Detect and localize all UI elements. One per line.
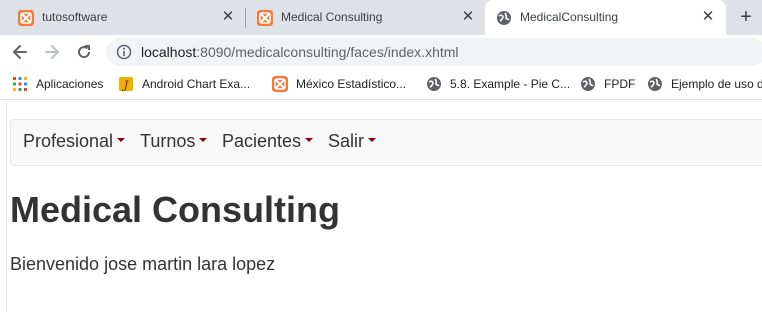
- page-border: [6, 101, 7, 312]
- bookmark-label: Android Chart Exa...: [142, 77, 251, 91]
- new-tab-button[interactable]: +: [736, 6, 756, 28]
- tab-title: Medical Consulting: [281, 10, 383, 24]
- url-text[interactable]: localhost:8090/medicalconsulting/faces/i…: [141, 44, 459, 60]
- apps-grid-icon: [12, 76, 28, 92]
- xampp-icon: [18, 10, 34, 26]
- globe-icon: [580, 76, 596, 92]
- bookmark-label: México Estadístico...: [296, 77, 407, 91]
- back-arrow-icon[interactable]: [10, 42, 30, 62]
- page-title: Medical Consulting: [10, 189, 341, 230]
- menu-label: Salir: [328, 131, 365, 151]
- globe-icon: [496, 10, 512, 26]
- info-icon[interactable]: [116, 44, 132, 60]
- tab-title: MedicalConsulting: [520, 10, 619, 24]
- tab-title: tutosoftware: [42, 10, 108, 24]
- menu-label: Turnos: [140, 131, 196, 151]
- tab-tutosoftware[interactable]: tutosoftware ✕: [0, 0, 245, 35]
- xampp-icon: [272, 76, 288, 92]
- bookmark-label: FPDF: [604, 77, 636, 91]
- xampp-icon: [257, 10, 273, 26]
- tab-medical-consulting[interactable]: Medical Consulting ✕: [246, 0, 484, 35]
- menu-profesional[interactable]: Profesional: [23, 131, 126, 152]
- menu-turnos[interactable]: Turnos: [140, 131, 208, 152]
- reload-icon[interactable]: [74, 42, 94, 62]
- bookmark-label: Ejemplo de uso d: [671, 77, 762, 91]
- caret-down-icon: [199, 138, 208, 143]
- tab-medicalconsulting-active[interactable]: MedicalConsulting ✕: [485, 0, 726, 35]
- close-icon[interactable]: ✕: [460, 9, 476, 25]
- close-icon[interactable]: ✕: [220, 9, 236, 25]
- url-host: localhost: [141, 44, 197, 60]
- svg-text:J: J: [122, 79, 129, 92]
- java-icon: J: [118, 76, 134, 92]
- url-path: :8090/medicalconsulting/faces/index.xhtm…: [196, 44, 459, 60]
- menu-pacientes[interactable]: Pacientes: [222, 131, 314, 152]
- caret-down-icon: [368, 138, 377, 143]
- caret-down-icon: [305, 138, 314, 143]
- globe-icon: [426, 76, 442, 92]
- bookmark-label: Aplicaciones: [36, 77, 104, 91]
- caret-down-icon: [117, 138, 126, 143]
- globe-icon: [647, 76, 663, 92]
- menu-label: Pacientes: [222, 131, 302, 151]
- menu-salir[interactable]: Salir: [328, 131, 377, 152]
- forward-arrow-icon[interactable]: [42, 42, 62, 62]
- close-icon[interactable]: ✕: [700, 9, 716, 25]
- tab-strip: tutosoftware ✕ Medical Consulting ✕ Medi…: [0, 0, 762, 35]
- menu-label: Profesional: [23, 131, 114, 151]
- welcome-message: Bienvenido jose martin lara lopez: [10, 254, 276, 274]
- bookmark-label: 5.8. Example - Pie C...: [450, 77, 571, 91]
